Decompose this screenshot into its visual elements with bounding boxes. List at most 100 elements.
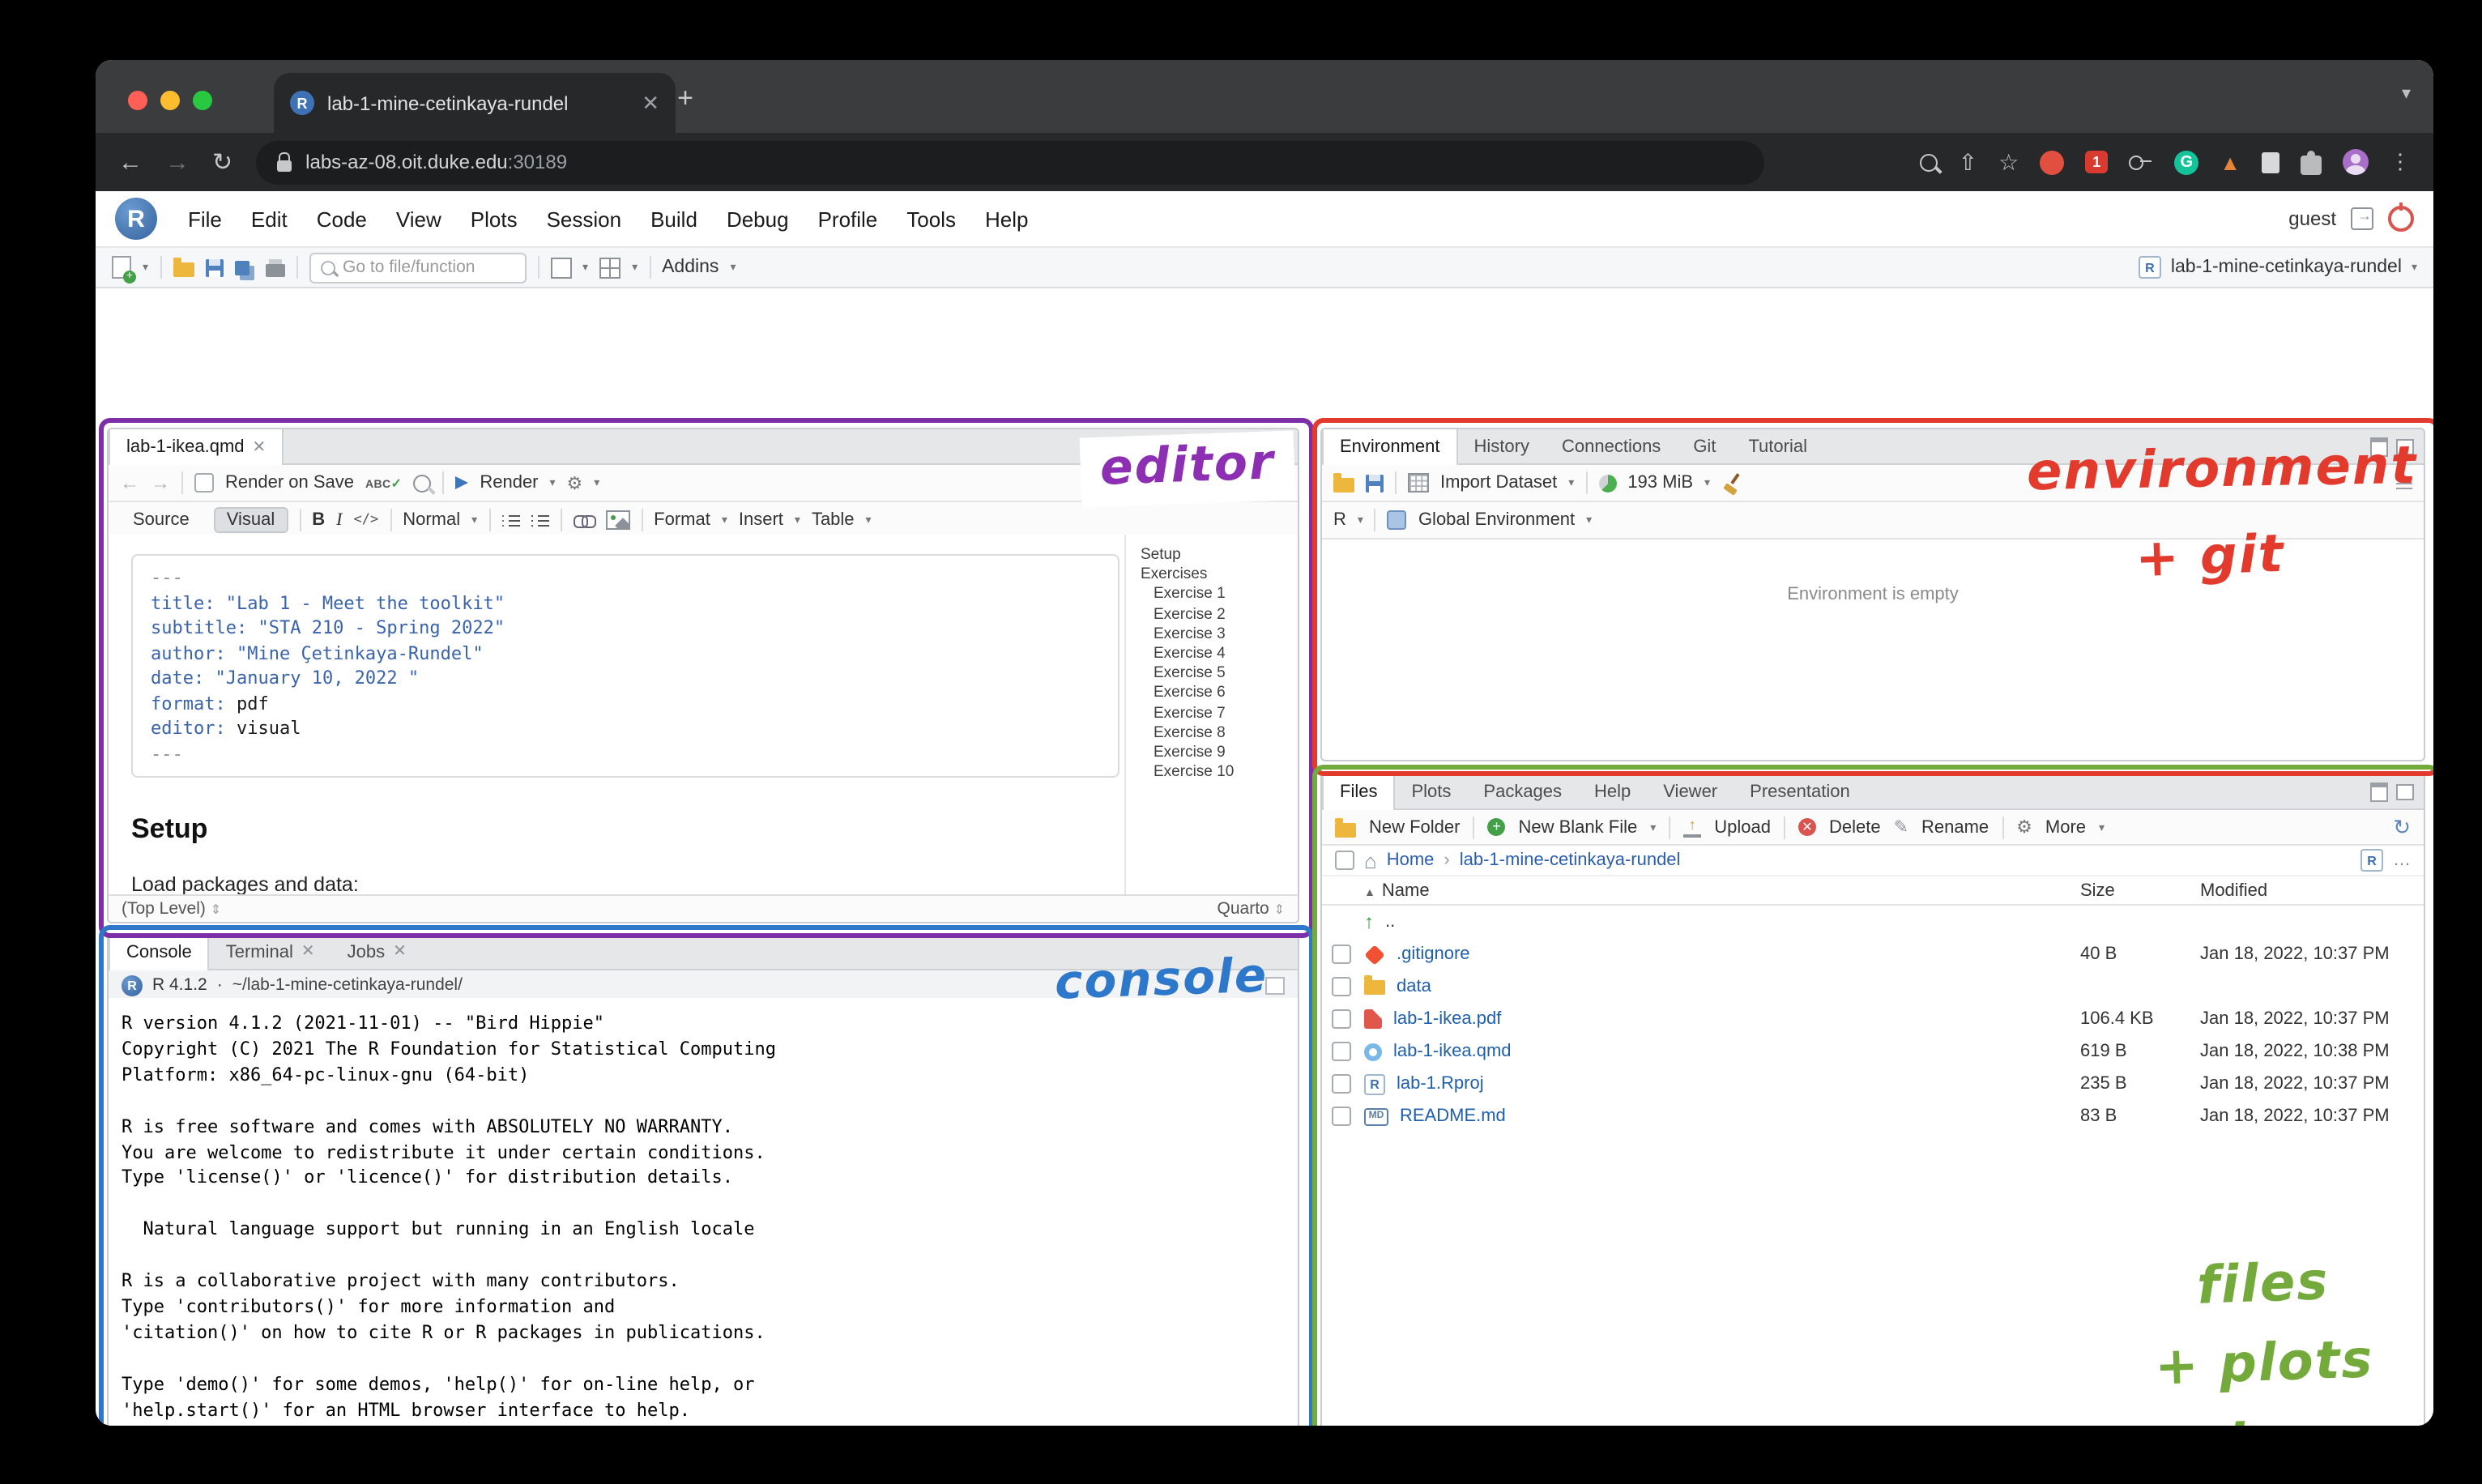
new-folder-button[interactable]: New Folder <box>1369 817 1461 837</box>
tab-help[interactable]: Help <box>1578 774 1647 808</box>
file-name-link[interactable]: .gitignore <box>1397 945 1470 964</box>
find-icon[interactable] <box>413 474 431 492</box>
minimize-window-button[interactable] <box>160 91 180 110</box>
go-up-icon[interactable]: ↑ <box>1364 910 1374 933</box>
parent-directory-label[interactable]: .. <box>1385 912 1395 932</box>
scope-selector[interactable]: (Top Level) ⇕ <box>122 899 221 919</box>
tab-history[interactable]: History <box>1458 429 1546 463</box>
tab-presentation[interactable]: Presentation <box>1734 774 1866 808</box>
insert-menu[interactable]: Insert <box>739 510 783 530</box>
column-size[interactable]: Size <box>2080 881 2200 900</box>
outline-item[interactable]: Exercise 3 <box>1141 625 1298 645</box>
language-chevron-icon[interactable]: ▾ <box>1358 514 1363 527</box>
import-dataset-button[interactable]: Import Dataset <box>1440 473 1557 493</box>
addins-chevron-icon[interactable]: ▾ <box>730 261 736 274</box>
memory-usage-label[interactable]: 193 MiB <box>1627 473 1693 493</box>
tab-environment[interactable]: Environment <box>1322 429 1458 465</box>
more-button[interactable]: More <box>2045 817 2086 837</box>
language-selector[interactable]: R <box>1333 510 1346 530</box>
file-row[interactable]: data <box>1322 970 2424 1003</box>
outline-item[interactable]: Exercise 10 <box>1141 763 1298 783</box>
working-directory[interactable]: ~/lab-1-mine-cetinkaya-rundel/ <box>232 975 463 995</box>
goto-file-function-input[interactable]: Go to file/function <box>309 252 526 283</box>
extensions-puzzle-icon[interactable] <box>2301 150 2322 174</box>
delete-button[interactable]: Delete <box>1829 817 1881 837</box>
open-file-icon[interactable] <box>173 262 194 277</box>
load-workspace-icon[interactable] <box>1333 478 1354 493</box>
paragraph-style-dropdown[interactable]: Normal <box>403 510 460 530</box>
menu-item[interactable]: Code <box>302 200 382 237</box>
file-row[interactable]: lab-1-ikea.qmd 619 B Jan 18, 2022, 10:38… <box>1322 1035 2424 1068</box>
outline-item-setup[interactable]: Setup <box>1141 546 1298 565</box>
parent-directory-row[interactable]: ↑.. <box>1322 906 2424 938</box>
new-blank-file-chevron-icon[interactable]: ▾ <box>1650 821 1656 834</box>
numbered-list-icon[interactable] <box>531 513 548 527</box>
table-chevron-icon[interactable]: ▾ <box>866 514 872 527</box>
print-icon[interactable] <box>265 264 284 277</box>
zoom-window-button[interactable] <box>193 91 212 110</box>
menu-item[interactable]: Edit <box>237 200 302 237</box>
file-name-link[interactable]: lab-1.Rproj <box>1397 1074 1484 1094</box>
addins-button[interactable]: Addins <box>662 258 719 277</box>
outline-item[interactable]: Exercise 6 <box>1141 684 1298 704</box>
tab-files[interactable]: Files <box>1322 774 1395 810</box>
breadcrumb-more-icon[interactable]: … <box>2393 851 2411 870</box>
column-name[interactable]: ▲Name <box>1364 881 2080 900</box>
clipboard-chevron-icon[interactable]: ▾ <box>582 261 588 274</box>
code-button[interactable]: </> <box>354 512 379 528</box>
bold-button[interactable]: B <box>312 510 325 530</box>
file-checkbox[interactable] <box>1332 1042 1351 1061</box>
forward-icon[interactable]: → <box>165 148 190 176</box>
clipboard-icon[interactable] <box>550 257 571 278</box>
file-row[interactable]: .gitignore 40 B Jan 18, 2022, 10:37 PM <box>1322 938 2424 970</box>
file-checkbox[interactable] <box>1332 1074 1351 1094</box>
image-icon[interactable] <box>605 510 629 530</box>
breadcrumb-project[interactable]: lab-1-mine-cetinkaya-rundel <box>1460 851 1681 870</box>
url-omnibox[interactable]: labs-az-08.oit.duke.edu:30189 <box>255 140 1763 184</box>
bookmark-star-icon[interactable]: ☆ <box>1998 148 2019 176</box>
zoom-icon[interactable] <box>1920 153 1938 171</box>
triangle-extension-icon[interactable]: ▲ <box>2220 150 2241 174</box>
more-chevron-icon[interactable]: ▾ <box>2099 821 2105 834</box>
render-settings-gear-icon[interactable]: ⚙ <box>567 472 583 493</box>
close-editor-tab-icon[interactable]: ✕ <box>253 438 267 456</box>
save-all-icon[interactable] <box>234 260 249 275</box>
file-checkbox[interactable] <box>1332 1107 1351 1126</box>
breadcrumb-home[interactable]: Home <box>1387 851 1435 870</box>
source-mode-button[interactable]: Source <box>120 507 203 533</box>
tab-connections[interactable]: Connections <box>1546 429 1677 463</box>
filetype-selector[interactable]: Quarto ⇕ <box>1218 899 1285 919</box>
close-terminal-icon[interactable]: ✕ <box>301 943 315 961</box>
outline-item[interactable]: Exercise 8 <box>1141 724 1298 744</box>
tab-tutorial[interactable]: Tutorial <box>1732 429 1823 463</box>
file-row[interactable]: lab-1-ikea.pdf 106.4 KB Jan 18, 2022, 10… <box>1322 1003 2424 1035</box>
reload-icon[interactable]: ↻ <box>212 147 232 177</box>
link-icon[interactable] <box>573 514 594 526</box>
menu-item[interactable]: View <box>382 200 456 237</box>
bullet-list-icon[interactable] <box>501 513 519 527</box>
menu-item[interactable]: Help <box>970 200 1043 237</box>
format-chevron-icon[interactable]: ▾ <box>722 514 727 527</box>
file-checkbox[interactable] <box>1332 945 1351 964</box>
format-menu[interactable]: Format <box>654 510 710 530</box>
console-output[interactable]: R version 4.1.2 (2021-11-01) -- "Bird Hi… <box>109 998 1298 1426</box>
lock-icon[interactable] <box>276 160 291 171</box>
pane-layout-chevron-icon[interactable]: ▾ <box>632 261 638 274</box>
italic-button[interactable]: I <box>336 510 342 530</box>
editor-tab[interactable]: lab-1-ikea.qmd ✕ <box>109 429 284 465</box>
back-icon[interactable]: ← <box>118 148 143 176</box>
outline-item[interactable]: Exercise 5 <box>1141 664 1298 684</box>
memory-chevron-icon[interactable]: ▾ <box>1704 476 1710 489</box>
file-checkbox[interactable] <box>1332 1009 1351 1029</box>
import-dataset-chevron-icon[interactable]: ▾ <box>1568 476 1574 489</box>
password-key-icon[interactable] <box>2129 155 2153 169</box>
browser-tab[interactable]: R lab-1-mine-cetinkaya-rundel ✕ <box>274 73 676 133</box>
tab-search-chevron-icon[interactable]: ▾ <box>2402 83 2411 104</box>
tab-jobs[interactable]: Jobs✕ <box>331 935 423 969</box>
table-menu[interactable]: Table <box>812 510 855 530</box>
menu-item[interactable]: Session <box>532 200 637 237</box>
new-file-icon[interactable] <box>112 256 131 279</box>
environment-scope-dropdown[interactable]: Global Environment <box>1418 510 1575 530</box>
browser-menu-icon[interactable]: ⋮ <box>2390 149 2411 175</box>
editor-content[interactable]: --- title: "Lab 1 - Meet the toolkit"sub… <box>109 535 1141 896</box>
